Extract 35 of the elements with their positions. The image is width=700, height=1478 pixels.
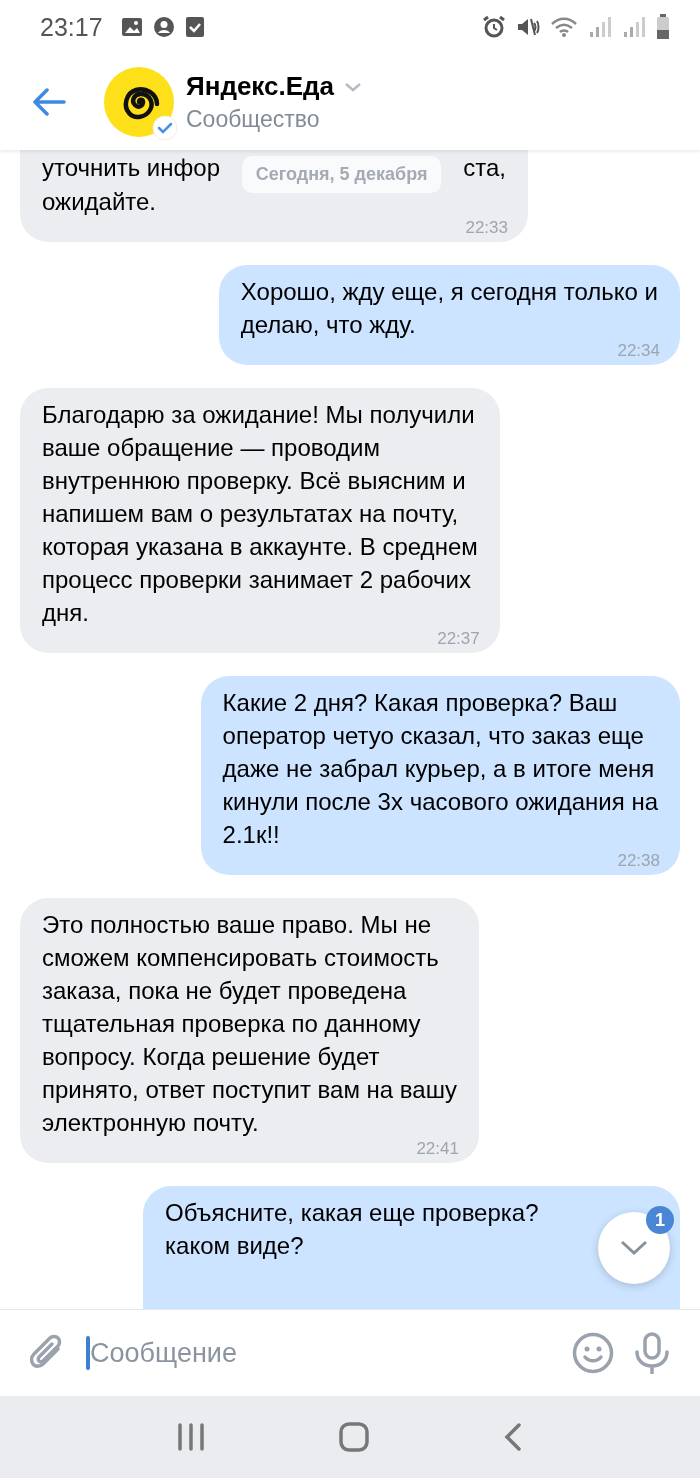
chat-title[interactable]: Яндекс.Еда <box>186 71 334 102</box>
message-time: 22:37 <box>437 630 480 648</box>
message-text: Какие 2 дня? Какая проверка? Ваш оператор четуо сказал, что заказ еще даже не забрал курьер, а в итоге меня кинули после 3х часового ожидания на 2.1к!! <box>222 688 658 850</box>
message-time: 22:33 <box>465 219 508 237</box>
nav-back-icon[interactable] <box>503 1422 523 1452</box>
message-input[interactable]: Сообщение <box>90 1337 552 1369</box>
recent-apps-icon[interactable] <box>177 1423 205 1451</box>
message-time: 22:34 <box>617 342 660 360</box>
checkbox-icon <box>184 16 205 38</box>
status-time: 23:17 <box>40 12 103 42</box>
chevron-down-icon[interactable] <box>344 80 362 93</box>
message-text: уточнить инфор <box>42 153 220 183</box>
message-time: 22:41 <box>416 1140 459 1158</box>
account-icon <box>152 16 175 38</box>
alarm-icon <box>482 15 506 39</box>
signal-icon <box>588 16 612 38</box>
microphone-icon[interactable] <box>634 1332 670 1374</box>
message-text: Хорошо, жду еще, я сегодня только и делаю, что жду. <box>240 277 658 340</box>
message-text: Объясните, какая еще проверка? каком виде? <box>165 1198 539 1261</box>
signal-icon <box>622 16 646 38</box>
message-text: ожидайте. <box>42 187 157 217</box>
date-chip: Сегодня, 5 декабря <box>241 156 442 193</box>
back-icon[interactable] <box>32 88 66 116</box>
chevron-down-icon <box>619 1239 649 1257</box>
message-text: ста, <box>463 153 506 183</box>
battery-icon <box>656 14 670 40</box>
wifi-icon <box>550 16 578 38</box>
image-icon <box>120 17 143 37</box>
message-time: 22:38 <box>617 852 660 870</box>
home-icon[interactable] <box>339 1422 369 1452</box>
message-text: Это полностью ваше право. Мы не сможем компенсировать стоимость заказа, пока не будет проведена тщательная проверка по данному вопросу. Когда решение будет принято, ответ поступит вам на вашу электронную почту. <box>42 910 457 1138</box>
message-text: Благодарю за ожидание! Мы получили ваше обращение — проводим внутреннюю проверку. Всё выясним и напишем вам о результатах на почту, которая указана в аккаунте. В среднем процесс проверки занимает 2 рабочих дня. <box>42 400 478 628</box>
emoji-icon[interactable] <box>572 1332 614 1374</box>
spiral-avatar <box>104 67 174 137</box>
chat-subtitle: Сообщество <box>186 106 321 133</box>
